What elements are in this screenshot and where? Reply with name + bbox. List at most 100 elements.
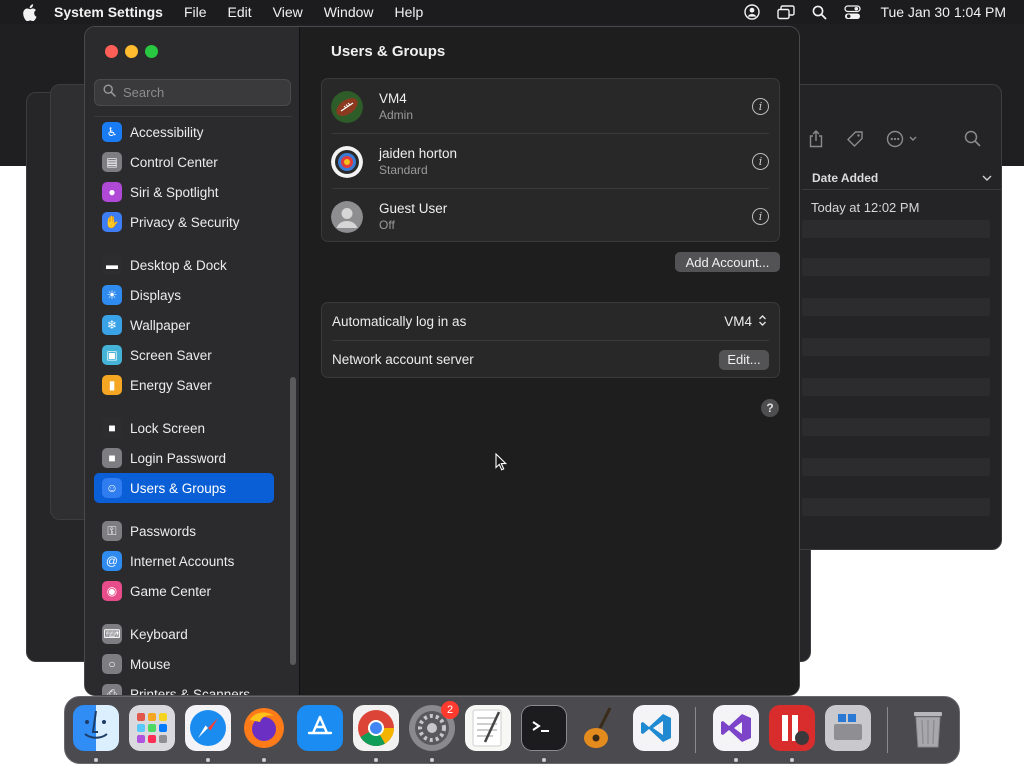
sidebar-item-control-center[interactable]: ▤ Control Center	[94, 147, 292, 177]
sidebar-item-label: Users & Groups	[130, 480, 227, 496]
user-account-icon[interactable]	[744, 4, 761, 20]
sidebar-item-label: Lock Screen	[130, 420, 206, 436]
bootcamp-icon[interactable]	[825, 705, 871, 751]
menu-edit[interactable]: Edit	[228, 4, 252, 20]
menu-view[interactable]: View	[273, 4, 303, 20]
menu-file[interactable]: File	[184, 4, 207, 20]
sidebar-item-label: Printers & Scanners	[130, 686, 251, 696]
vscode-icon[interactable]	[633, 705, 679, 751]
parallels-icon[interactable]	[769, 705, 815, 751]
user-role: Off	[379, 218, 395, 232]
info-icon[interactable]: i	[752, 208, 769, 225]
menu-bar: System Settings File Edit View Window He…	[0, 0, 1024, 24]
dock-separator	[887, 707, 888, 753]
help-icon[interactable]: ?	[761, 399, 779, 417]
tag-icon[interactable]	[846, 130, 864, 153]
key-icon: ⚿	[102, 521, 122, 541]
user-name: jaiden horton	[379, 146, 458, 161]
sidebar-item-printers-scanners[interactable]: ⎙ Printers & Scanners	[94, 679, 292, 696]
control-center-icon[interactable]	[844, 4, 862, 20]
menu-clock[interactable]: Tue Jan 30 1:04 PM	[880, 4, 1006, 20]
trash-icon[interactable]	[905, 705, 951, 751]
lock-icon: ■	[102, 418, 122, 438]
visual-studio-icon[interactable]	[713, 705, 759, 751]
running-indicator	[262, 758, 266, 762]
chevron-down-icon	[982, 171, 992, 185]
sidebar-item-energy-saver[interactable]: ▮ Energy Saver	[94, 370, 292, 400]
sidebar-item-internet-accounts[interactable]: @ Internet Accounts	[94, 546, 292, 576]
app-store-icon[interactable]	[297, 705, 343, 751]
user-row-guest-user[interactable]: Guest User Off i	[322, 189, 779, 244]
sidebar-item-users-groups[interactable]: ☺ Users & Groups	[94, 473, 274, 503]
sidebar-item-privacy-security[interactable]: ✋ Privacy & Security	[94, 207, 292, 237]
sidebar-item-siri-spotlight[interactable]: ● Siri & Spotlight	[94, 177, 292, 207]
menu-help[interactable]: Help	[395, 4, 424, 20]
network-server-label: Network account server	[332, 352, 474, 367]
sidebar-item-mouse[interactable]: ○ Mouse	[94, 649, 292, 679]
football-avatar-icon	[331, 90, 363, 123]
sidebar-item-screen-saver[interactable]: ▣ Screen Saver	[94, 340, 292, 370]
auto-login-row: Automatically log in as VM4	[322, 303, 779, 340]
list-stripe	[802, 338, 990, 356]
info-icon[interactable]: i	[752, 98, 769, 115]
info-icon[interactable]: i	[752, 153, 769, 170]
list-stripe	[802, 298, 990, 316]
share-icon[interactable]	[808, 129, 824, 153]
chrome-icon[interactable]	[353, 705, 399, 751]
safari-icon[interactable]	[185, 705, 231, 751]
add-account-button[interactable]: Add Account...	[675, 252, 780, 272]
sidebar-scrollbar[interactable]	[290, 377, 296, 665]
auto-login-popup[interactable]: VM4	[724, 314, 767, 330]
search-input[interactable]	[123, 85, 283, 100]
sidebar-item-label: Energy Saver	[130, 377, 212, 393]
window-minimize-button[interactable]	[125, 45, 138, 58]
sidebar-item-game-center[interactable]: ◉ Game Center	[94, 576, 292, 606]
more-actions-icon[interactable]	[886, 130, 920, 153]
sidebar-item-label: Control Center	[130, 154, 218, 170]
sidebar-item-label: Passwords	[130, 523, 197, 539]
sidebar-item-label: Internet Accounts	[130, 553, 235, 569]
window-close-button[interactable]	[105, 45, 118, 58]
date-added-value: Today at 12:02 PM	[811, 200, 920, 215]
user-text: jaiden horton Standard	[379, 146, 457, 177]
launchpad-icon[interactable]	[129, 705, 175, 751]
date-added-column-header[interactable]: Date Added	[802, 166, 1002, 190]
menu-window[interactable]: Window	[324, 4, 374, 20]
sidebar-item-keyboard[interactable]: ⌨ Keyboard	[94, 619, 292, 649]
edit-network-server-button[interactable]: Edit...	[719, 349, 769, 370]
textedit-icon[interactable]	[465, 705, 511, 751]
garageband-icon[interactable]	[577, 705, 623, 751]
battery-icon: ▮	[102, 375, 122, 395]
sidebar-item-lock-screen[interactable]: ■ Lock Screen	[94, 413, 292, 443]
finder-icon[interactable]	[73, 705, 119, 751]
sidebar-item-passwords[interactable]: ⚿ Passwords	[94, 516, 292, 546]
screen-mirroring-icon[interactable]	[777, 4, 796, 20]
mouse-icon: ○	[102, 654, 122, 674]
hand-icon: ✋	[102, 212, 122, 232]
user-row-jaiden-horton[interactable]: jaiden horton Standard i	[322, 134, 779, 189]
sidebar-item-label: Game Center	[130, 583, 212, 599]
firefox-icon[interactable]	[241, 705, 287, 751]
sidebar-item-accessibility[interactable]: ♿ Accessibility	[94, 117, 292, 147]
dock-icon: ▬	[102, 255, 122, 275]
sidebar-item-desktop-dock[interactable]: ▬ Desktop & Dock	[94, 250, 292, 280]
sidebar-item-displays[interactable]: ☀ Displays	[94, 280, 292, 310]
finder-search-icon[interactable]	[964, 130, 981, 152]
menu-app-name[interactable]: System Settings	[54, 4, 163, 20]
login-options-group: Automatically log in as VM4 Network acco…	[321, 302, 780, 378]
control-center-icon: ▤	[102, 152, 122, 172]
sidebar-item-login-password[interactable]: ■ Login Password	[94, 443, 292, 473]
user-row-vm4[interactable]: VM4 Admin i	[322, 79, 779, 134]
running-indicator	[206, 758, 210, 762]
system-settings-window: ♿ Accessibility ▤ Control Center ● Siri & Spo…	[84, 26, 800, 696]
sidebar-item-wallpaper[interactable]: ❄ Wallpaper	[94, 310, 292, 340]
window-zoom-button[interactable]	[145, 45, 158, 58]
terminal-icon[interactable]	[521, 705, 567, 751]
sidebar-item-label: Privacy & Security	[130, 214, 240, 230]
apple-menu-icon[interactable]	[18, 3, 40, 21]
sidebar-search-field[interactable]	[94, 79, 291, 106]
spotlight-search-icon[interactable]	[812, 5, 827, 20]
search-icon	[103, 83, 116, 102]
